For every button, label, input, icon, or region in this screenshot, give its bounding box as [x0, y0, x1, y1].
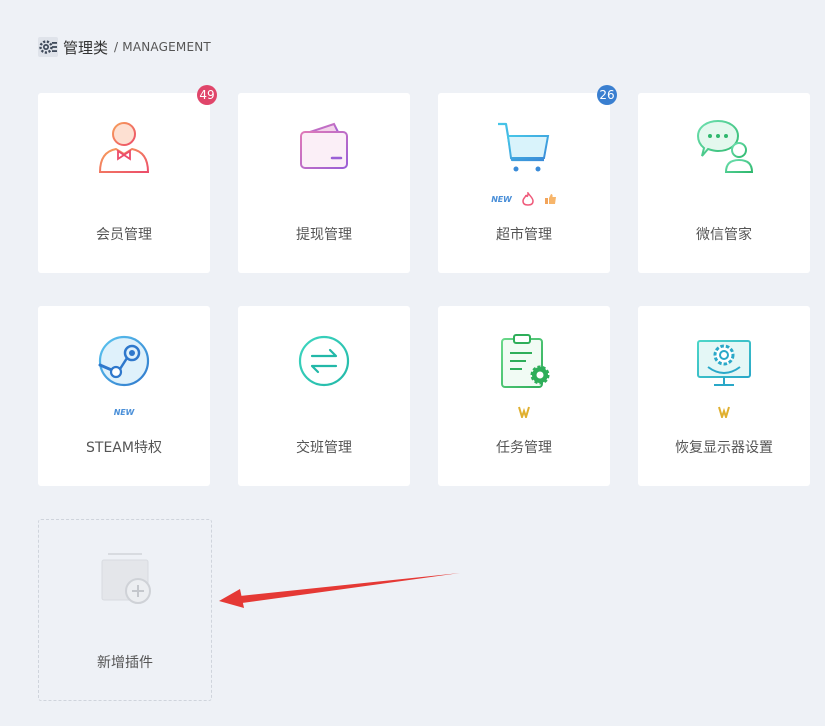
- card-label: 交班管理: [296, 440, 352, 456]
- card-supermarket-management[interactable]: 26 NEW 超市管理: [438, 85, 617, 273]
- add-plugin-button[interactable]: 新增插件: [38, 519, 212, 701]
- task-icon: [501, 334, 550, 388]
- wallet-icon: [300, 122, 348, 169]
- wechat-icon: [696, 119, 754, 173]
- section-header: 管理类 / MANAGEMENT: [38, 36, 211, 58]
- card-tags: NEW: [438, 192, 610, 206]
- monitor-settings-icon: [697, 340, 751, 386]
- vip-icon: [718, 406, 730, 418]
- hot-icon: [521, 192, 534, 206]
- card-member-management[interactable]: 49 会员管理: [38, 85, 217, 273]
- card-wechat-manager[interactable]: 微信管家: [638, 93, 810, 273]
- card-label: 超市管理: [496, 227, 552, 243]
- card-withdrawal-management[interactable]: 提现管理: [238, 93, 410, 273]
- card-shift-handover-management[interactable]: 交班管理: [238, 306, 410, 486]
- cart-icon: [498, 122, 550, 172]
- section-title: 管理类: [63, 38, 109, 57]
- card-tags: [638, 405, 810, 419]
- new-tag: NEW: [113, 407, 135, 417]
- card-restore-monitor-settings[interactable]: 恢复显示器设置: [638, 306, 810, 486]
- gear-icon: [38, 37, 58, 57]
- card-label: 任务管理: [496, 440, 552, 456]
- section-subtitle: / MANAGEMENT: [114, 40, 211, 54]
- new-tag: NEW: [491, 194, 512, 204]
- member-icon: [98, 122, 150, 173]
- card-label: 提现管理: [296, 227, 352, 243]
- card-task-management[interactable]: 任务管理: [438, 306, 610, 486]
- steam-icon: [98, 335, 150, 387]
- card-label: STEAM特权: [86, 440, 162, 456]
- card-label: 会员管理: [96, 227, 152, 243]
- card-label: 恢复显示器设置: [675, 440, 773, 456]
- notification-badge: 49: [197, 85, 217, 105]
- thumbs-up-icon: [544, 194, 556, 204]
- swap-icon: [298, 335, 350, 387]
- card-label: 微信管家: [696, 227, 752, 243]
- card-tags: NEW: [38, 405, 210, 419]
- card-label: 新增插件: [97, 655, 153, 671]
- vip-icon: [518, 406, 530, 418]
- add-plugin-icon: [101, 553, 151, 604]
- notification-badge: 26: [597, 85, 617, 105]
- card-steam-privilege[interactable]: NEW STEAM特权: [38, 306, 210, 486]
- card-tags: [438, 405, 610, 419]
